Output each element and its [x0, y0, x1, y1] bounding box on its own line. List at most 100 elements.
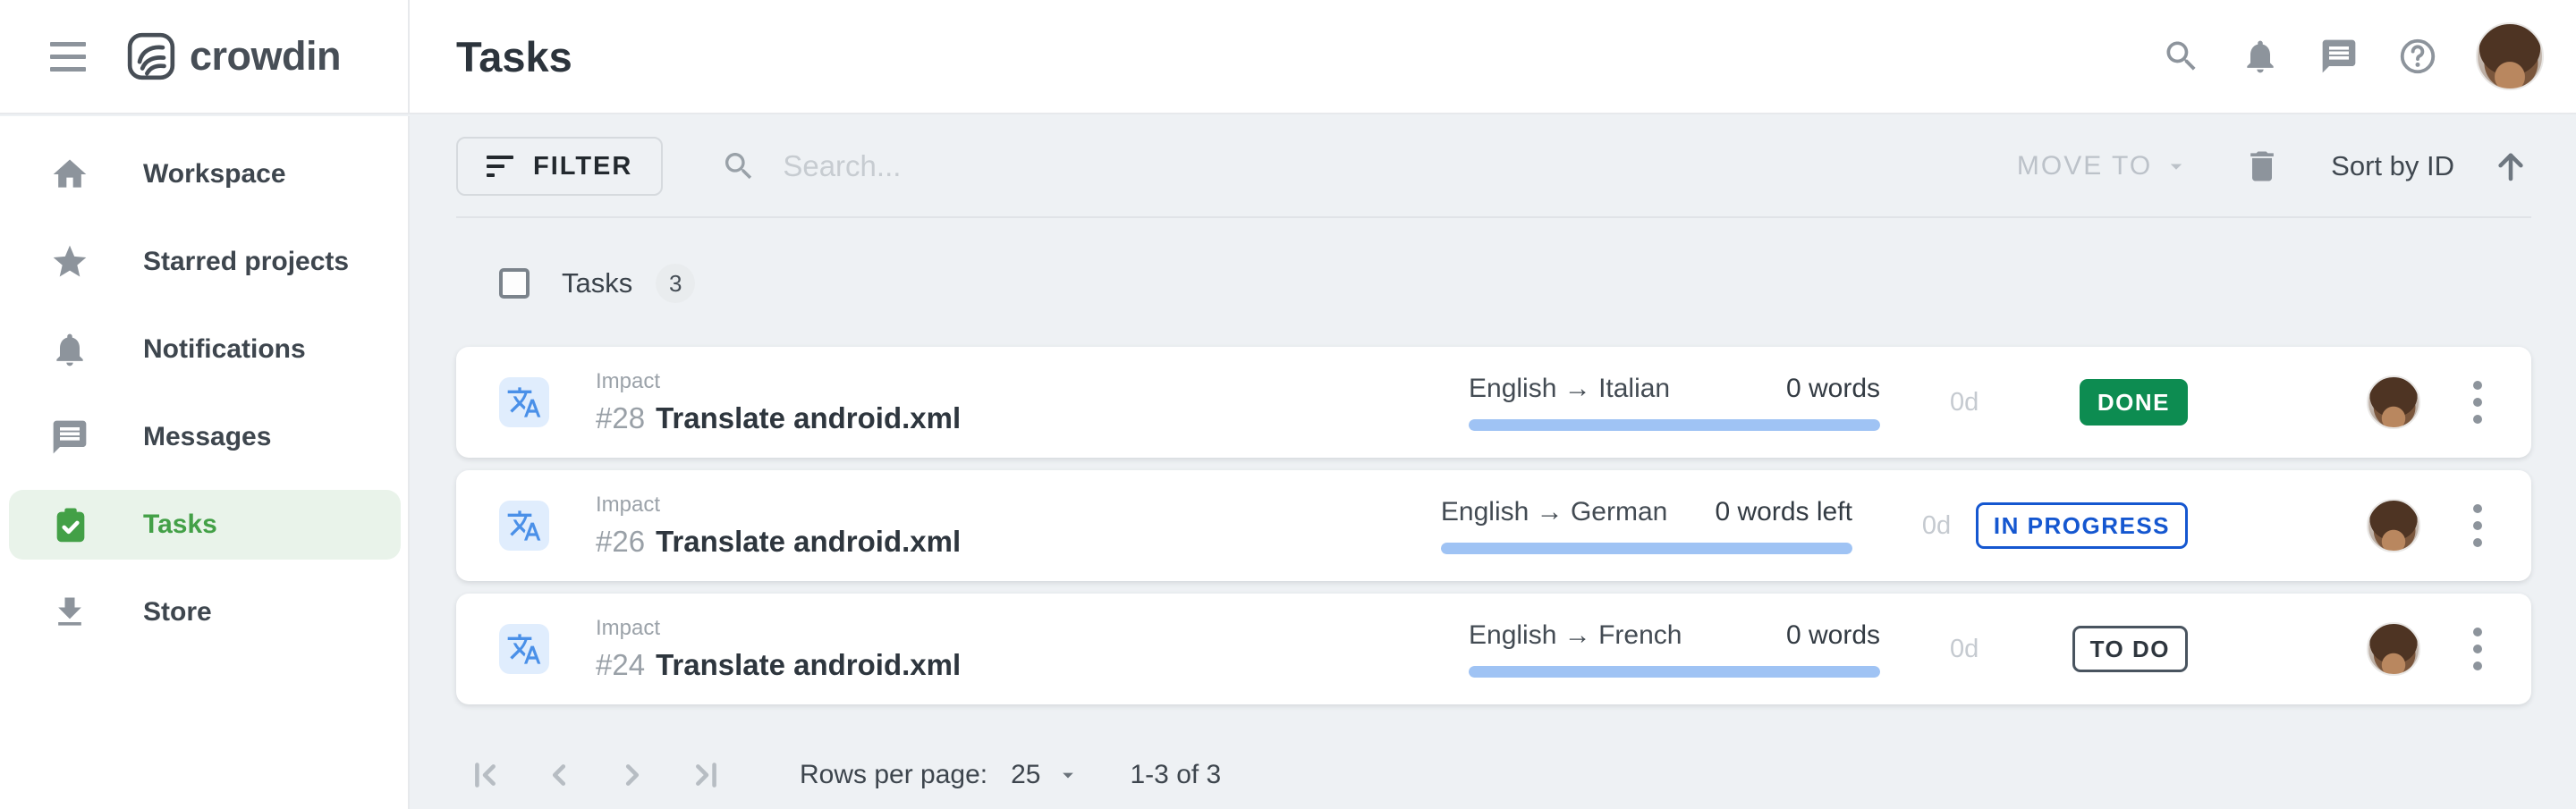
filter-button[interactable]: FILTER	[456, 137, 663, 196]
status-badge: IN PROGRESS	[1976, 502, 2188, 549]
task-row[interactable]: Impact #28 Translate android.xml English …	[456, 347, 2531, 458]
progress-bar	[1441, 543, 1852, 554]
chevron-left-icon	[538, 754, 580, 796]
page-title: Tasks	[456, 32, 572, 81]
progress-fill	[1469, 419, 1880, 431]
task-main-cell: Impact #26 Translate android.xml	[596, 493, 1441, 559]
first-page-button[interactable]	[465, 754, 506, 796]
filter-icon	[487, 156, 513, 177]
task-language-cell: English → German 0 words left	[1441, 497, 1852, 554]
home-icon	[50, 155, 89, 194]
toolbar-right: MOVE TO Sort by ID	[2017, 146, 2531, 187]
sidebar-item-workspace[interactable]: Workspace	[0, 139, 408, 209]
bell-icon	[2241, 37, 2280, 76]
sidebar-item-tasks[interactable]: Tasks	[9, 490, 401, 560]
row-menu-button[interactable]	[2460, 374, 2496, 431]
translate-icon	[499, 377, 549, 427]
list-header: Tasks 3	[456, 218, 2531, 316]
chat-icon	[50, 417, 89, 457]
main-content: FILTER MOVE TO Sort by ID T	[411, 116, 2576, 809]
task-main-cell: Impact #28 Translate android.xml	[596, 369, 1469, 435]
hamburger-menu-button[interactable]	[50, 41, 86, 72]
search-icon	[718, 146, 759, 187]
search-input[interactable]	[783, 149, 1588, 183]
notifications-button[interactable]	[2240, 36, 2281, 77]
sort-by-label: Sort by ID	[2331, 150, 2454, 181]
sidebar-item-label: Starred projects	[143, 247, 349, 277]
task-main-cell: Impact #24Translate android.xml	[596, 616, 1469, 682]
task-row[interactable]: Impact #24Translate android.xml English …	[456, 594, 2531, 704]
task-title: Translate android.xml	[656, 525, 961, 558]
star-icon	[50, 242, 89, 282]
toolbar-search	[718, 146, 2017, 187]
first-page-icon	[465, 754, 506, 796]
sidebar-item-label: Workspace	[143, 159, 286, 190]
help-button[interactable]	[2397, 36, 2438, 77]
select-all-checkbox[interactable]	[499, 268, 530, 299]
list-title: Tasks	[562, 267, 632, 299]
chevron-down-icon	[1055, 763, 1080, 788]
sidebar-item-messages[interactable]: Messages	[0, 402, 408, 472]
due-date: 0d	[1922, 511, 1976, 541]
due-date: 0d	[1950, 635, 2004, 664]
topbar: crowdin Tasks	[0, 0, 2576, 114]
sort-direction-button[interactable]	[2490, 146, 2531, 187]
due-date: 0d	[1950, 388, 2004, 417]
next-page-button[interactable]	[612, 754, 653, 796]
sidebar-item-label: Messages	[143, 422, 271, 452]
last-page-button[interactable]	[685, 754, 726, 796]
row-menu-button[interactable]	[2460, 497, 2496, 554]
word-count: 0 words left	[1716, 497, 1852, 527]
progress-bar	[1469, 419, 1880, 431]
row-menu-button[interactable]	[2460, 620, 2496, 678]
sidebar-item-store[interactable]: Store	[0, 577, 408, 647]
sidebar-item-starred-projects[interactable]: Starred projects	[0, 227, 408, 297]
sidebar-item-notifications[interactable]: Notifications	[0, 315, 408, 384]
translate-icon	[499, 501, 549, 551]
previous-page-button[interactable]	[538, 754, 580, 796]
task-count-badge: 3	[656, 264, 695, 303]
assignee-avatar	[2367, 375, 2420, 429]
trash-icon	[2242, 147, 2282, 186]
move-to-label: MOVE TO	[2017, 151, 2152, 181]
delete-button[interactable]	[2241, 146, 2283, 187]
task-id: #28	[596, 401, 645, 434]
language-pair: English → Italian	[1469, 374, 1670, 404]
sidebar-item-label: Store	[143, 597, 212, 628]
project-name: Impact	[596, 493, 1441, 518]
user-avatar[interactable]	[2476, 22, 2544, 90]
help-icon	[2397, 36, 2438, 77]
kebab-icon	[2473, 381, 2482, 390]
crowdin-logo[interactable]: crowdin	[126, 31, 341, 81]
topbar-actions	[2161, 22, 2576, 90]
last-page-icon	[685, 754, 726, 796]
task-list: Impact #28 Translate android.xml English …	[456, 347, 2531, 704]
kebab-icon	[2473, 628, 2482, 636]
task-id: #26	[596, 525, 645, 558]
word-count: 0 words	[1786, 620, 1880, 651]
move-to-dropdown[interactable]: MOVE TO	[2017, 151, 2190, 181]
task-row[interactable]: Impact #26 Translate android.xml English …	[456, 470, 2531, 581]
chevron-right-icon	[612, 754, 653, 796]
page-range: 1-3 of 3	[1131, 760, 1222, 790]
language-pair: English → French	[1469, 620, 1682, 651]
word-count: 0 words	[1786, 374, 1880, 404]
sidebar-item-label: Tasks	[143, 510, 217, 540]
assignee-avatar	[2367, 622, 2420, 676]
project-name: Impact	[596, 369, 1469, 394]
chat-icon	[2319, 37, 2359, 76]
tasks-toolbar: FILTER MOVE TO Sort by ID	[456, 116, 2531, 218]
task-language-cell: English → Italian 0 words	[1469, 374, 1880, 431]
messages-button[interactable]	[2318, 36, 2360, 77]
pagination: Rows per page: 25 1-3 of 3	[456, 754, 2531, 796]
rows-per-page-select[interactable]: 25	[1011, 760, 1080, 790]
clipboard-check-icon	[50, 505, 89, 544]
search-button[interactable]	[2161, 36, 2202, 77]
task-title: Translate android.xml	[656, 401, 961, 434]
progress-bar	[1469, 666, 1880, 678]
sidebar: Workspace Starred projects Notifications…	[0, 116, 410, 809]
download-icon	[50, 593, 89, 632]
logo-text: crowdin	[190, 33, 341, 80]
sort-by-button[interactable]: Sort by ID	[2331, 150, 2454, 182]
status-badge: TO DO	[2072, 626, 2188, 672]
